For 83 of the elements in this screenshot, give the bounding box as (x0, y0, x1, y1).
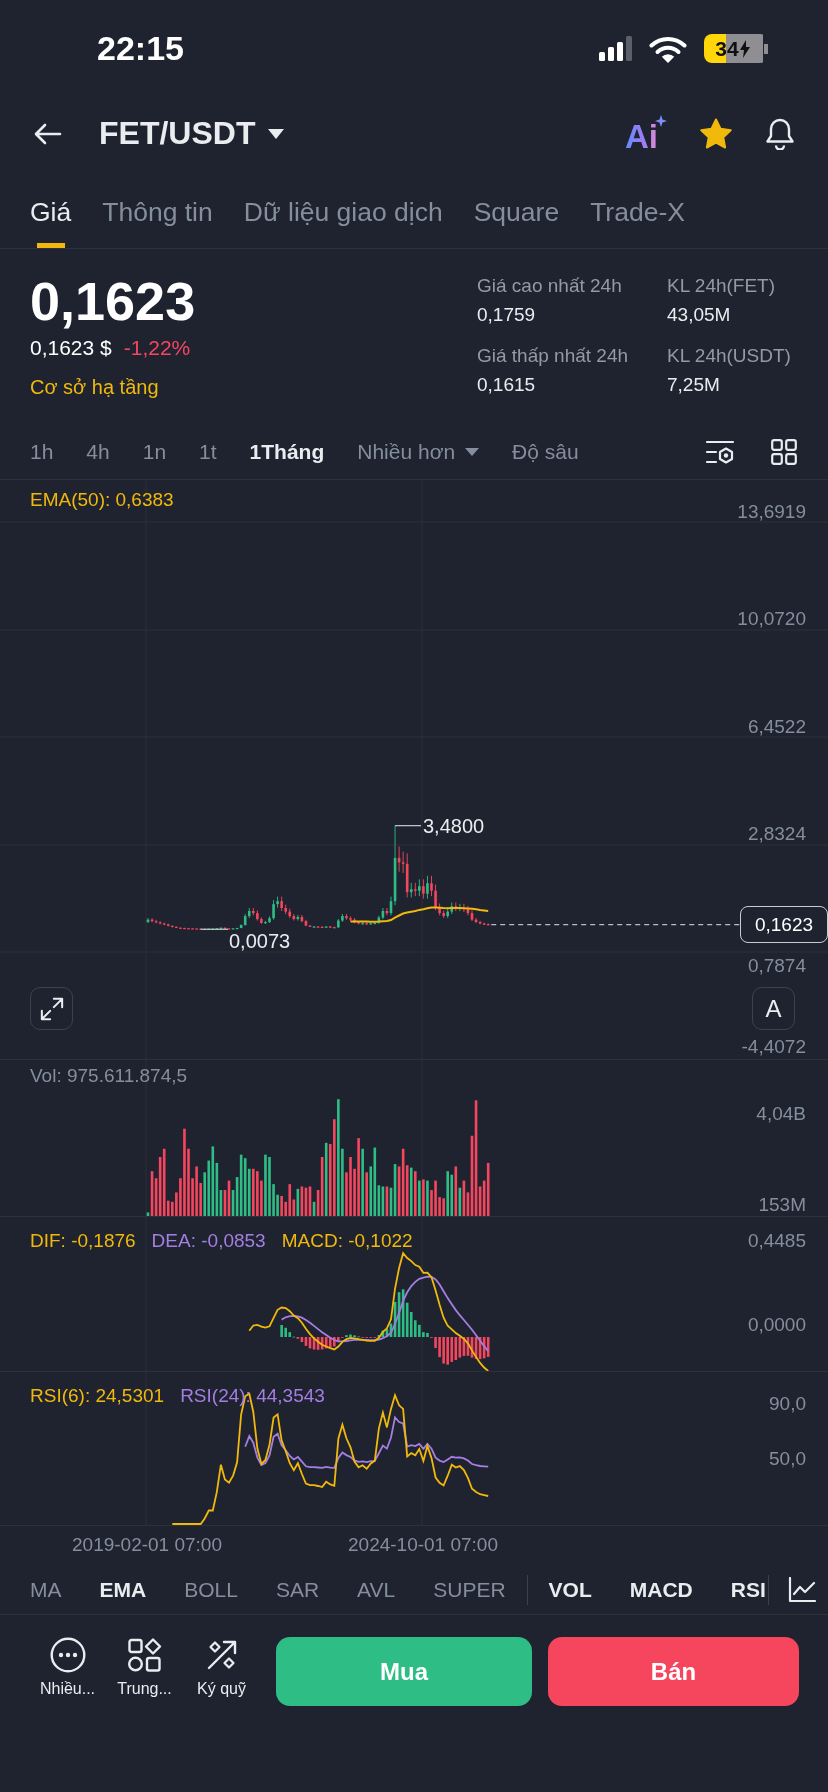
indicator-tab[interactable]: VOL (548, 1577, 592, 1602)
stat-label: KL 24h(FET) (667, 274, 777, 298)
stat-label: Giá cao nhất 24h (477, 274, 623, 298)
macd-legend-value: MACD: -0,1022 (281, 1230, 413, 1252)
expand-icon (39, 996, 64, 1021)
sell-button[interactable]: Bán (548, 1637, 799, 1706)
auto-scale-button[interactable]: A (752, 987, 795, 1030)
margin-button[interactable]: Ký quỹ (183, 1637, 260, 1699)
price-axis-label: -4,4072 (741, 1036, 806, 1058)
indicator-tab[interactable]: RSI (730, 1577, 766, 1602)
date-axis-label: 2024-10-01 07:00 (348, 1534, 498, 1556)
buy-button[interactable]: Mua (276, 1637, 532, 1706)
rsi-legend-value: RSI(6): 24,5301 (30, 1385, 165, 1407)
macd-axis-label: 0,4485 (747, 1230, 806, 1252)
stat-label: KL 24h(USDT) (667, 344, 792, 368)
stat-value: 7,25M (667, 373, 721, 397)
chart-settings-icon[interactable] (705, 438, 735, 465)
pair-selector[interactable]: FET/USDT (99, 115, 285, 152)
price-change: -1,22% (123, 335, 191, 361)
category-link[interactable]: Cơ sở hạ tầng (30, 372, 196, 402)
hub-button[interactable]: Trung... (106, 1637, 183, 1699)
last-price-tag: 0,1623 (740, 906, 828, 944)
line-chart-icon[interactable] (787, 1576, 816, 1603)
volume-axis-label: 153M (758, 1194, 806, 1216)
price-axis-label: 0,7874 (747, 955, 806, 977)
depth-tab[interactable]: Độ sâu (512, 439, 579, 464)
stat-value: 43,05M (667, 303, 732, 327)
indicator-tab[interactable]: MA (30, 1577, 62, 1602)
last-price: 0,1623 (30, 271, 196, 331)
favorite-star-icon[interactable] (700, 118, 732, 149)
indicator-tab[interactable]: SAR (275, 1577, 320, 1602)
wifi-icon (649, 34, 687, 63)
stat-label: Giá thấp nhất 24h (477, 344, 630, 368)
volume-axis-label: 4,04B (756, 1103, 806, 1125)
more-icon (49, 1637, 86, 1673)
bell-icon[interactable] (765, 117, 795, 150)
price-axis-label: 10,0720 (737, 608, 806, 630)
caret-down-icon (268, 128, 285, 139)
timeframe-tab[interactable]: 1t (199, 439, 217, 464)
status-time: 22:15 (97, 29, 184, 68)
max-price-leader (394, 825, 422, 827)
fiat-price: 0,1623 $ (30, 335, 112, 361)
sparkle-icon (655, 114, 667, 127)
indicator-tab[interactable]: AVL (357, 1577, 396, 1602)
timeframe-tab[interactable]: 4h (86, 439, 110, 464)
grid-icon[interactable] (771, 438, 797, 465)
macd-legend-value: DEA: -0,0853 (151, 1230, 266, 1252)
timeframe-tab[interactable]: 1Tháng (249, 439, 325, 464)
stat-value: 0,1759 (477, 303, 537, 327)
more-button[interactable]: Nhiều... (29, 1637, 106, 1699)
signal-icon (599, 36, 632, 61)
tab[interactable]: Giá (30, 172, 72, 248)
timeframe-tab[interactable]: 1h (30, 439, 54, 464)
stat-value: 0,1615 (477, 373, 537, 397)
tab[interactable]: Square (473, 172, 560, 248)
rsi-axis-label: 90,0 (769, 1393, 806, 1415)
tab[interactable]: Trade-X (590, 172, 685, 248)
charging-bolt-icon (739, 39, 750, 58)
tab[interactable]: Dữ liệu giao dịch (243, 172, 443, 248)
shapes-icon (127, 1637, 162, 1673)
macd-axis-label: 0,0000 (747, 1314, 806, 1336)
more-intervals-dropdown[interactable]: Nhiều hơn (357, 439, 480, 464)
volume-legend: Vol: 975.611.874,5 (30, 1065, 188, 1087)
min-price-leader (200, 928, 229, 930)
macd-legend-value: DIF: -0,1876 (30, 1230, 136, 1252)
caret-down-icon (465, 447, 480, 456)
rsi-legend-value: RSI(24): 44,3543 (180, 1385, 325, 1407)
indicator-tab[interactable]: BOLL (184, 1577, 238, 1602)
price-axis-label: 2,8324 (747, 823, 806, 845)
tab[interactable]: Thông tin (102, 172, 213, 248)
min-price-label: 0,0073 (229, 930, 291, 953)
expand-button[interactable] (30, 987, 73, 1030)
timeframe-tab[interactable]: 1n (142, 439, 167, 464)
indicator-tab[interactable]: SUPER (433, 1577, 506, 1602)
indicator-tab[interactable]: EMA (99, 1577, 147, 1602)
max-price-label: 3,4800 (423, 814, 485, 837)
price-axis-label: 6,4522 (747, 716, 806, 738)
rsi-axis-label: 50,0 (769, 1448, 806, 1470)
ema-legend: EMA(50): 0,6383 (30, 489, 174, 511)
date-axis-label: 2019-02-01 07:00 (72, 1534, 222, 1556)
back-arrow-icon[interactable] (34, 122, 62, 145)
price-axis-label: 13,6919 (737, 501, 806, 523)
indicator-tab[interactable]: MACD (629, 1577, 693, 1602)
